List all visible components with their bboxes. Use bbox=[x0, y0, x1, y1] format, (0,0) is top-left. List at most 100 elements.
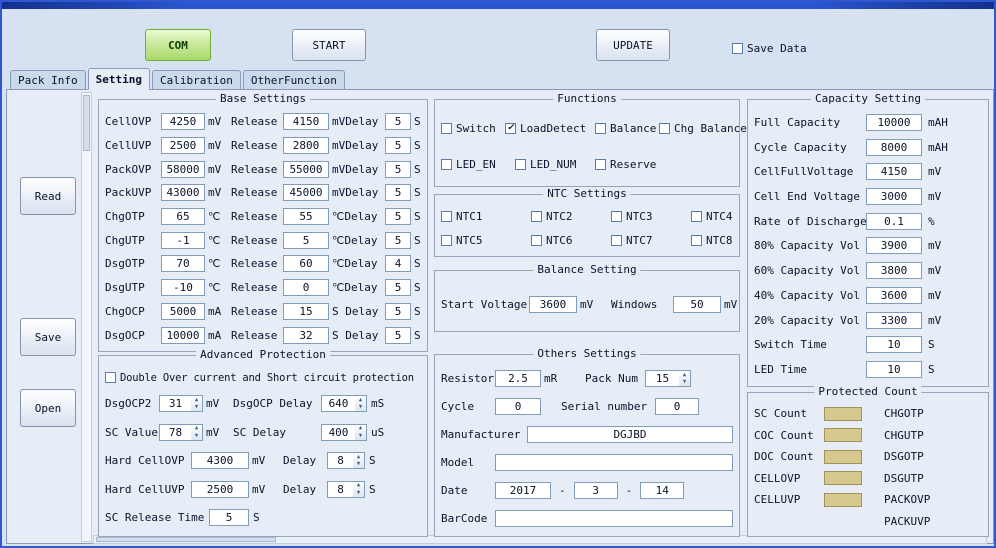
hard-cellovp-value[interactable] bbox=[191, 452, 249, 469]
release-input[interactable] bbox=[283, 184, 329, 201]
scrollbar-thumb[interactable] bbox=[96, 537, 276, 542]
reserve-checkbox[interactable] bbox=[595, 159, 606, 170]
value-input[interactable] bbox=[161, 232, 205, 249]
tab-setting[interactable]: Setting bbox=[88, 68, 150, 90]
read-button[interactable]: Read bbox=[20, 177, 76, 215]
manufacturer-input[interactable] bbox=[527, 426, 733, 443]
value-input[interactable] bbox=[866, 163, 922, 180]
sc-value[interactable] bbox=[159, 424, 191, 441]
tab-otherfunction[interactable]: OtherFunction bbox=[243, 70, 345, 89]
value-input[interactable] bbox=[161, 184, 205, 201]
windows-input[interactable] bbox=[673, 296, 721, 313]
sc-release-value[interactable] bbox=[209, 509, 249, 526]
dsgocp-delay-select[interactable]: ▲▼ bbox=[321, 395, 367, 412]
release-input[interactable] bbox=[283, 303, 329, 320]
balance-checkbox[interactable] bbox=[595, 123, 606, 134]
value-input[interactable] bbox=[866, 262, 922, 279]
release-input[interactable] bbox=[283, 279, 329, 296]
value-input[interactable] bbox=[161, 303, 205, 320]
value-input[interactable] bbox=[866, 361, 922, 378]
delay-input[interactable] bbox=[385, 327, 411, 344]
ntc1-checkbox[interactable] bbox=[441, 211, 452, 222]
release-input[interactable] bbox=[283, 255, 329, 272]
date-month-input[interactable] bbox=[574, 482, 618, 499]
title-bar[interactable] bbox=[2, 2, 994, 9]
value-input[interactable] bbox=[866, 213, 922, 230]
ntc7-checkbox[interactable] bbox=[611, 235, 622, 246]
spinner-icon[interactable]: ▲▼ bbox=[355, 395, 367, 412]
release-input[interactable] bbox=[283, 232, 329, 249]
release-input[interactable] bbox=[283, 137, 329, 154]
save-button[interactable]: Save bbox=[20, 318, 76, 356]
sc-delay-value[interactable] bbox=[321, 424, 355, 441]
release-input[interactable] bbox=[283, 161, 329, 178]
spinner-icon[interactable]: ▲▼ bbox=[355, 424, 367, 441]
save-data-checkbox-group[interactable]: Save Data bbox=[732, 42, 807, 55]
ntc3-checkbox[interactable] bbox=[611, 211, 622, 222]
scrollbar-thumb[interactable] bbox=[83, 95, 90, 151]
value-input[interactable] bbox=[866, 336, 922, 353]
start-voltage-input[interactable] bbox=[529, 296, 577, 313]
delay-input[interactable] bbox=[385, 232, 411, 249]
spinner-icon[interactable]: ▲▼ bbox=[353, 481, 365, 498]
hard-ovp-delay-value[interactable] bbox=[327, 452, 353, 469]
value-input[interactable] bbox=[161, 113, 205, 130]
model-input[interactable] bbox=[495, 454, 733, 471]
delay-input[interactable] bbox=[385, 208, 411, 225]
ntc5-checkbox[interactable] bbox=[441, 235, 452, 246]
tab-pack-info[interactable]: Pack Info bbox=[10, 70, 86, 89]
spinner-icon[interactable]: ▲▼ bbox=[191, 395, 203, 412]
hard-uvp-delay-value[interactable] bbox=[327, 481, 353, 498]
sc-delay-select[interactable]: ▲▼ bbox=[321, 424, 367, 441]
value-input[interactable] bbox=[866, 114, 922, 131]
pack-num-select[interactable]: ▲▼ bbox=[645, 370, 691, 387]
hard-celluvp-value[interactable] bbox=[191, 481, 249, 498]
dsgocp-delay-value[interactable] bbox=[321, 395, 355, 412]
switch-checkbox[interactable] bbox=[441, 123, 452, 134]
dsgocp2-value[interactable] bbox=[159, 395, 191, 412]
delay-input[interactable] bbox=[385, 184, 411, 201]
barcode-input[interactable] bbox=[495, 510, 733, 527]
delay-input[interactable] bbox=[385, 137, 411, 154]
delay-input[interactable] bbox=[385, 303, 411, 320]
date-day-input[interactable] bbox=[640, 482, 684, 499]
value-input[interactable] bbox=[161, 279, 205, 296]
save-data-checkbox[interactable] bbox=[732, 43, 743, 54]
com-button[interactable]: COM bbox=[145, 29, 211, 61]
led-num-checkbox[interactable] bbox=[515, 159, 526, 170]
vertical-scrollbar[interactable] bbox=[81, 92, 92, 542]
value-input[interactable] bbox=[866, 312, 922, 329]
double-protection-checkbox[interactable] bbox=[105, 372, 116, 383]
start-button[interactable]: START bbox=[292, 29, 366, 61]
spinner-icon[interactable]: ▲▼ bbox=[353, 452, 365, 469]
open-button[interactable]: Open bbox=[20, 389, 76, 427]
value-input[interactable] bbox=[866, 139, 922, 156]
update-button[interactable]: UPDATE bbox=[596, 29, 670, 61]
cycle-input[interactable] bbox=[495, 398, 541, 415]
value-input[interactable] bbox=[161, 208, 205, 225]
delay-input[interactable] bbox=[385, 279, 411, 296]
spinner-icon[interactable]: ▲▼ bbox=[679, 370, 691, 387]
delay-input[interactable] bbox=[385, 161, 411, 178]
release-input[interactable] bbox=[283, 113, 329, 130]
ntc6-checkbox[interactable] bbox=[531, 235, 542, 246]
delay-input[interactable] bbox=[385, 113, 411, 130]
hard-ovp-delay-select[interactable]: ▲▼ bbox=[327, 452, 365, 469]
value-input[interactable] bbox=[161, 255, 205, 272]
hard-uvp-delay-select[interactable]: ▲▼ bbox=[327, 481, 365, 498]
dsgocp2-select[interactable]: ▲▼ bbox=[159, 395, 203, 412]
pack-num-value[interactable] bbox=[645, 370, 679, 387]
value-input[interactable] bbox=[866, 237, 922, 254]
ntc8-checkbox[interactable] bbox=[691, 235, 702, 246]
serial-number-input[interactable] bbox=[655, 398, 699, 415]
tab-calibration[interactable]: Calibration bbox=[152, 70, 241, 89]
ntc2-checkbox[interactable] bbox=[531, 211, 542, 222]
sc-value-select[interactable]: ▲▼ bbox=[159, 424, 203, 441]
ntc4-checkbox[interactable] bbox=[691, 211, 702, 222]
date-year-input[interactable] bbox=[495, 482, 551, 499]
value-input[interactable] bbox=[161, 161, 205, 178]
release-input[interactable] bbox=[283, 327, 329, 344]
value-input[interactable] bbox=[866, 188, 922, 205]
resistor-input[interactable] bbox=[495, 370, 541, 387]
chg-balance-checkbox[interactable] bbox=[659, 123, 670, 134]
